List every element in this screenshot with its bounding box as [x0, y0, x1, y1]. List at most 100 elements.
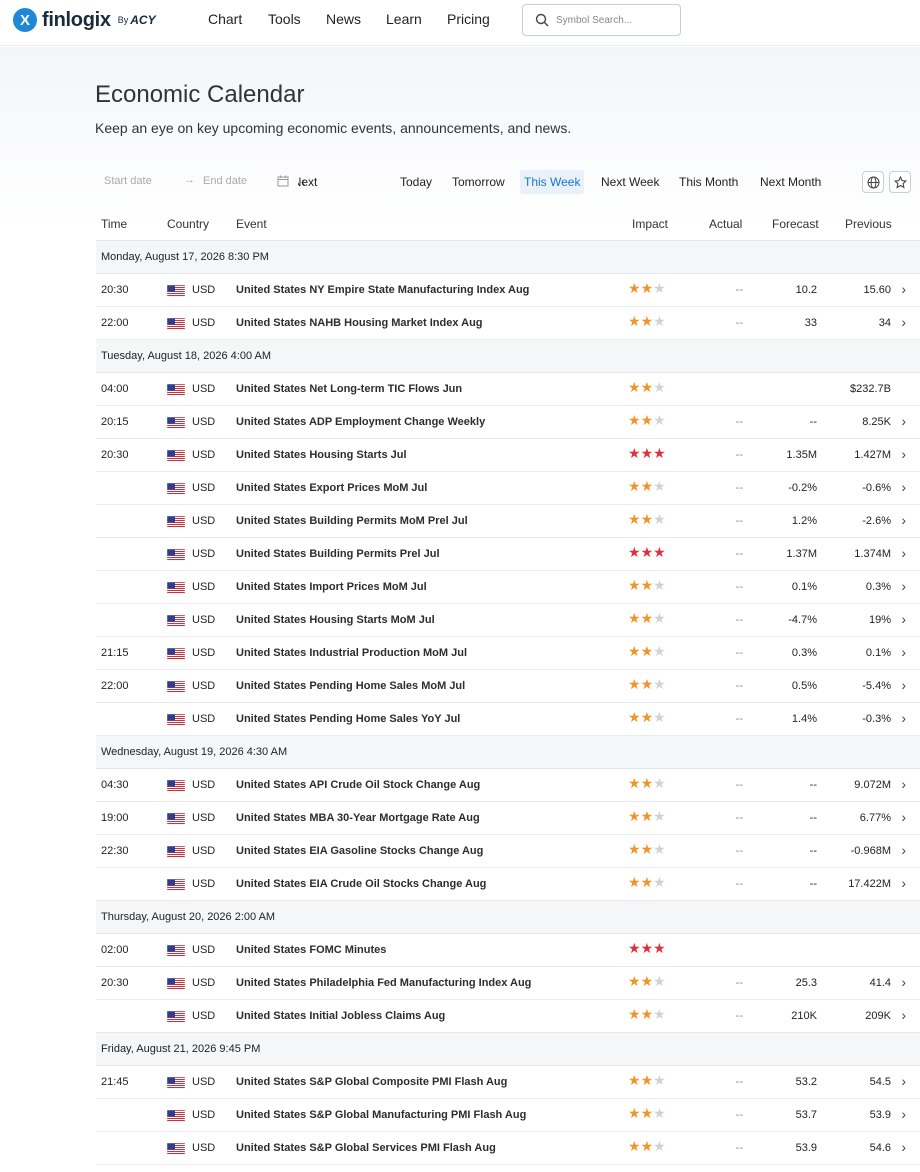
- event-row[interactable]: USD United States S&P Global Manufacturin…: [96, 1099, 920, 1132]
- arrow-right-icon: →: [184, 174, 195, 186]
- chevron-right-icon[interactable]: ›: [901, 842, 906, 858]
- event-row[interactable]: 19:00 USD United States MBA 30-Year Mortga…: [96, 802, 920, 835]
- event-row[interactable]: USD United States Pending Home Sales YoY …: [96, 703, 920, 736]
- event-row[interactable]: 22:00 USD United States NAHB Housing Marke…: [96, 307, 920, 340]
- event-row[interactable]: USD United States Building Permits MoM Pr…: [96, 505, 920, 538]
- impact-star-icon: ★: [628, 511, 641, 527]
- event-row[interactable]: 20:30 USD United States Housing Starts Jul…: [96, 439, 920, 472]
- nav-chart[interactable]: Chart: [208, 11, 242, 27]
- tab-next-week[interactable]: Next Week: [597, 170, 663, 194]
- event-row[interactable]: USD United States S&P Global Services PMI…: [96, 1132, 920, 1165]
- chevron-right-icon[interactable]: ›: [901, 1007, 906, 1023]
- favorites-button[interactable]: [889, 171, 911, 193]
- event-time: 20:30: [101, 284, 129, 296]
- event-time: 20:15: [101, 416, 129, 428]
- event-actual: --: [735, 713, 743, 725]
- chevron-right-icon[interactable]: ›: [901, 314, 906, 330]
- chevron-right-icon[interactable]: ›: [901, 809, 906, 825]
- tab-today[interactable]: Today: [396, 170, 436, 194]
- event-actual: --: [735, 812, 743, 824]
- chevron-right-icon[interactable]: ›: [901, 545, 906, 561]
- impact-rating: ★★★: [628, 842, 666, 856]
- event-name: United States API Crude Oil Stock Change…: [236, 779, 481, 791]
- us-flag-icon: [166, 713, 186, 727]
- event-row[interactable]: USD United States Import Prices MoM Jul ★★…: [96, 571, 920, 604]
- symbol-search[interactable]: [522, 4, 681, 36]
- impact-star-icon: ★: [640, 1072, 654, 1088]
- finlogix-logo[interactable]: X finlogix By ACY: [13, 7, 156, 33]
- chevron-right-icon[interactable]: ›: [901, 974, 906, 990]
- calendar-icon[interactable]: [277, 175, 289, 187]
- chevron-right-icon[interactable]: ›: [901, 710, 906, 726]
- chevron-right-icon[interactable]: ›: [901, 446, 906, 462]
- event-row[interactable]: 21:45 USD United States S&P Global Composi…: [96, 1066, 920, 1099]
- chevron-right-icon[interactable]: ›: [901, 281, 906, 297]
- start-date-input[interactable]: Start date: [104, 175, 152, 187]
- nav-pricing[interactable]: Pricing: [447, 11, 490, 27]
- search-input[interactable]: [556, 14, 666, 26]
- event-row[interactable]: 04:30 USD United States API Crude Oil Stoc…: [96, 769, 920, 802]
- event-country: USD: [192, 515, 216, 527]
- chevron-right-icon[interactable]: ›: [901, 1139, 906, 1155]
- chevron-right-icon[interactable]: ›: [901, 413, 906, 429]
- tab-tomorrow[interactable]: Tomorrow: [448, 170, 509, 194]
- event-time: 04:00: [101, 383, 129, 395]
- event-row[interactable]: 20:30 USD United States Philadelphia Fed M…: [96, 967, 920, 1000]
- impact-star-icon: ★: [628, 478, 641, 494]
- impact-star-icon: ★: [653, 874, 666, 890]
- chevron-right-icon[interactable]: ›: [901, 479, 906, 495]
- chevron-right-icon[interactable]: ›: [901, 776, 906, 792]
- event-country: USD: [192, 1142, 216, 1154]
- chevron-right-icon[interactable]: ›: [901, 1073, 906, 1089]
- event-actual: --: [735, 449, 743, 461]
- event-row[interactable]: 21:15 USD United States Industrial Product…: [96, 637, 920, 670]
- impact-star-icon: ★: [640, 412, 654, 428]
- chevron-right-icon[interactable]: ›: [901, 644, 906, 660]
- scroll-left-icon[interactable]: ‹: [301, 174, 305, 189]
- impact-rating: ★★★: [628, 413, 666, 427]
- event-forecast: --: [809, 812, 817, 824]
- period-tabs: Recent & Next Today Tomorrow This Week N…: [298, 170, 832, 194]
- nav-learn[interactable]: Learn: [386, 11, 422, 27]
- event-row[interactable]: USD United States Housing Starts MoM Jul ★…: [96, 604, 920, 637]
- chevron-right-icon[interactable]: ›: [901, 512, 906, 528]
- event-row[interactable]: USD United States Export Prices MoM Jul ★★…: [96, 472, 920, 505]
- event-row[interactable]: 04:00 USD United States Net Long-term TIC …: [96, 373, 920, 406]
- nav-news[interactable]: News: [326, 11, 361, 27]
- chevron-right-icon[interactable]: ›: [901, 578, 906, 594]
- event-row[interactable]: 22:00 USD United States Pending Home Sales…: [96, 670, 920, 703]
- chevron-right-icon[interactable]: ›: [901, 875, 906, 891]
- impact-star-icon: ★: [653, 544, 666, 560]
- event-row[interactable]: USD United States Initial Jobless Claims …: [96, 1000, 920, 1033]
- event-row[interactable]: 20:15 USD United States ADP Employment Cha…: [96, 406, 920, 439]
- chevron-right-icon[interactable]: ›: [901, 677, 906, 693]
- event-name: United States EIA Crude Oil Stocks Chang…: [236, 878, 487, 890]
- end-date-input[interactable]: End date: [203, 175, 247, 187]
- tab-this-week[interactable]: This Week: [520, 170, 585, 194]
- tab-this-month[interactable]: This Month: [675, 170, 742, 194]
- nav-tools[interactable]: Tools: [268, 11, 301, 27]
- tab-next-month[interactable]: Next Month: [756, 170, 825, 194]
- event-country: USD: [192, 1109, 216, 1121]
- impact-star-icon: ★: [628, 775, 641, 791]
- col-country: Country: [167, 217, 210, 231]
- timezone-button[interactable]: [862, 171, 884, 193]
- impact-rating: ★★★: [628, 1106, 666, 1120]
- event-actual: --: [735, 1142, 743, 1154]
- event-row[interactable]: 22:30 USD United States EIA Gasoline Stock…: [96, 835, 920, 868]
- event-row[interactable]: 20:30 USD United States NY Empire State Ma…: [96, 274, 920, 307]
- event-country: USD: [192, 317, 216, 329]
- impact-rating: ★★★: [628, 1073, 666, 1087]
- us-flag-icon: [166, 317, 186, 331]
- impact-star-icon: ★: [628, 544, 641, 560]
- event-previous: 15.60: [863, 284, 891, 296]
- event-row[interactable]: USD United States Building Permits Prel J…: [96, 538, 920, 571]
- chevron-right-icon[interactable]: ›: [901, 611, 906, 627]
- event-row[interactable]: 02:00 USD United States FOMC Minutes ★★★: [96, 934, 920, 967]
- page-subtitle: Keep an eye on key upcoming economic eve…: [95, 120, 572, 136]
- us-flag-icon: [166, 614, 186, 628]
- chevron-right-icon[interactable]: ›: [901, 1106, 906, 1122]
- impact-star-icon: ★: [640, 676, 654, 692]
- event-row[interactable]: USD United States EIA Crude Oil Stocks Ch…: [96, 868, 920, 901]
- impact-star-icon: ★: [653, 643, 666, 659]
